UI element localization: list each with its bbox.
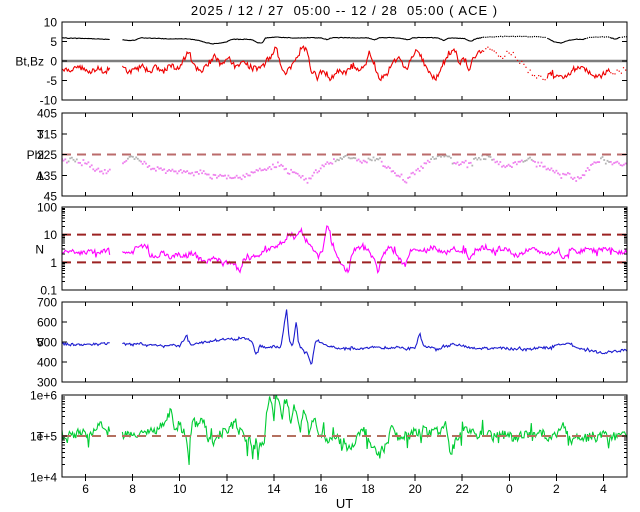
y-tick-label: 10: [44, 16, 58, 30]
panel-axis-label: V: [36, 336, 44, 350]
series-n: [62, 226, 627, 273]
panel-speed-v: 700600500400300V: [36, 296, 627, 390]
panel-speed-v-traces: [62, 310, 627, 365]
x-tick-label: 18: [361, 482, 375, 496]
panel-temp-t-labels: 1e+61e+51e+4T: [30, 389, 57, 485]
y-tick-label: 5: [50, 35, 57, 49]
panel-phi: 40531522513545TPhiA: [27, 107, 627, 204]
panel-phi-traces: [61, 154, 626, 183]
y-tick-label: 1: [50, 256, 57, 270]
x-tick-label: 16: [314, 482, 328, 496]
panel-axis-label: T: [37, 430, 45, 444]
x-tick-labels: 6 8 10 12 14 16 18 20 22 0 2 4: [82, 482, 607, 496]
y-tick-label: 0: [50, 55, 57, 69]
panel-density-n-traces: [62, 226, 627, 273]
plot-canvas: 1050-5-10Bt,Bz40531522513545TPhiA1001010…: [0, 0, 640, 512]
x-tick-label: 8: [129, 482, 136, 496]
panel-density-n: 1001010.1N: [35, 201, 627, 298]
x-tick-label: 12: [220, 482, 234, 496]
x-tick-label: 14: [267, 482, 281, 496]
x-tick-label: 10: [173, 482, 187, 496]
series-phi-dots: [61, 154, 626, 183]
x-tick-label: 0: [506, 482, 513, 496]
panel-speed-v-labels: 700600500400300V: [36, 296, 57, 390]
series-v: [62, 310, 627, 365]
series-bz: [62, 46, 610, 80]
panel-axis-label: N: [35, 243, 44, 257]
y-tick-label: 1e+4: [30, 471, 57, 485]
y-tick-label: 700: [37, 296, 57, 310]
panel-axis-label: A: [36, 169, 44, 183]
y-tick-label: 300: [37, 376, 57, 390]
panel-temp-t: 1e+61e+51e+4T: [30, 389, 627, 485]
panel-axis-label: T: [37, 127, 45, 141]
series-t: [62, 392, 627, 465]
y-tick-label: 405: [37, 107, 57, 121]
panel-temp-t-traces: [62, 392, 627, 465]
y-tick-label: 10: [44, 228, 58, 242]
panel-axis-label: Bt,Bz: [15, 55, 44, 69]
panel-temp-t-frame: [62, 395, 627, 481]
series-bt: [62, 37, 620, 44]
panel-bt-bz-traces: [62, 36, 627, 81]
panel-bt-bz-labels: 10 5 0 -5 -10 Bt,Bz: [15, 16, 57, 108]
ace-solar-wind-plot: 2025 / 12 / 27 05:00 -- 12 / 28 05:00 ( …: [0, 0, 640, 512]
x-tick-label: 4: [600, 482, 607, 496]
y-tick-label: -5: [46, 74, 57, 88]
x-tick-label: 6: [82, 482, 89, 496]
y-tick-label: 400: [37, 356, 57, 370]
y-tick-label: 100: [37, 201, 57, 215]
panel-phi-labels: 40531522513545TPhiA: [27, 107, 58, 204]
panel-bt-bz: 10 5 0 -5 -10 Bt,Bz: [15, 16, 627, 108]
panel-axis-label: Phi: [27, 148, 44, 162]
panel-speed-v-frame: [62, 302, 627, 382]
x-tick-label: 2: [553, 482, 560, 496]
y-tick-label: 1e+6: [30, 389, 57, 403]
panel-density-n-labels: 1001010.1N: [35, 201, 57, 298]
x-tick-label: 22: [456, 482, 470, 496]
y-tick-label: -10: [40, 94, 58, 108]
x-tick-label: 20: [408, 482, 422, 496]
y-tick-label: 600: [37, 316, 57, 330]
x-axis-title: UT: [62, 496, 627, 511]
series-bt-sparse-dots: [483, 36, 627, 39]
